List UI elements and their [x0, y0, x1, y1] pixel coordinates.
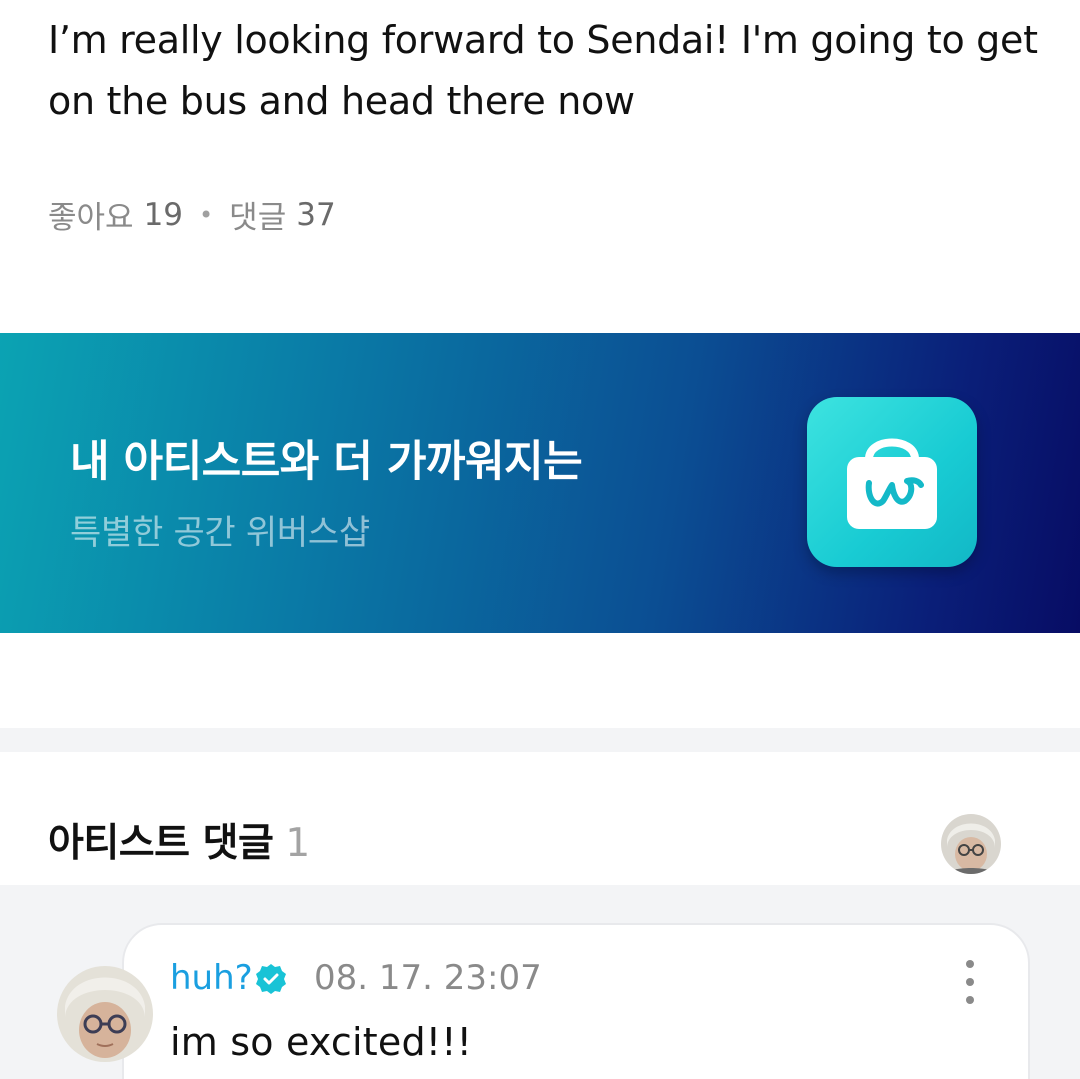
separator-dot: • [199, 200, 214, 229]
post-detail-page: I’m really looking forward to Sendai! I'… [0, 0, 1080, 1079]
more-options-icon[interactable] [955, 960, 985, 1004]
more-dot [966, 960, 974, 968]
post-body-text: I’m really looking forward to Sendai! I'… [48, 18, 1038, 123]
weverse-shop-banner[interactable]: 내 아티스트와 더 가까워지는 특별한 공간 위버스샵 [0, 333, 1080, 633]
banner-title: 내 아티스트와 더 가까워지는 [70, 437, 583, 487]
section-divider [0, 728, 1080, 752]
comments-label[interactable]: 댓글 [229, 192, 286, 237]
post-stats: 좋아요 19 • 댓글 37 [48, 192, 336, 237]
likes-count[interactable]: 19 [144, 197, 183, 233]
artist-avatar-small[interactable] [941, 814, 1001, 874]
more-dot [966, 978, 974, 986]
artist-comments-count: 1 [285, 821, 310, 866]
comments-count[interactable]: 37 [296, 197, 335, 233]
commenter-avatar[interactable] [57, 966, 153, 1062]
verified-badge-icon [254, 962, 288, 996]
comment-timestamp: 08. 17. 23:07 [314, 958, 542, 998]
weverse-shop-bag-icon [807, 397, 977, 567]
banner-subtitle: 특별한 공간 위버스샵 [70, 513, 370, 553]
more-dot [966, 996, 974, 1004]
comment-author-name[interactable]: huh? [170, 958, 253, 998]
artist-comments-title: 아티스트 댓글 [48, 821, 274, 866]
artist-comments-header: 아티스트 댓글 1 [48, 812, 310, 868]
comment-text: im so excited!!! [170, 1020, 473, 1064]
likes-label[interactable]: 좋아요 [48, 192, 134, 237]
